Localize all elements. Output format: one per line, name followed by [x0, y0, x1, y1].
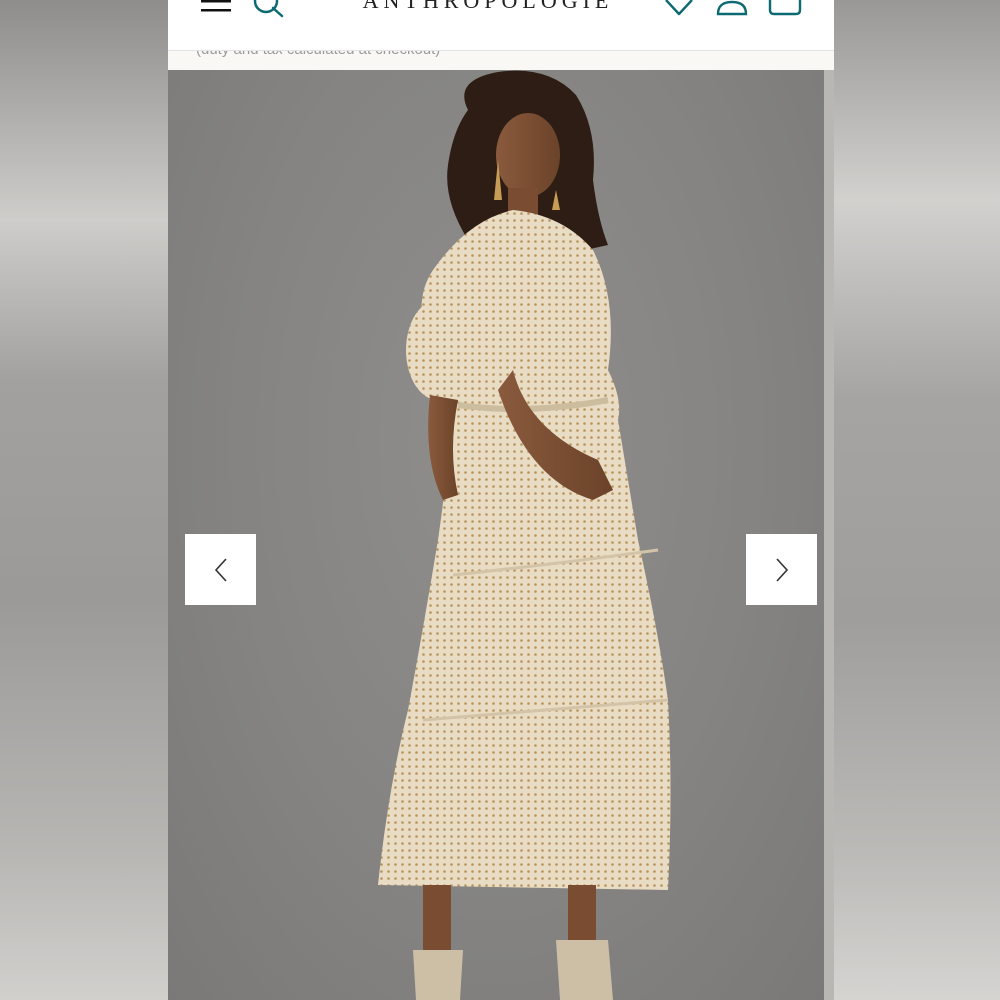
- product-image[interactable]: [168, 70, 824, 1000]
- background-blur-right: [834, 0, 1000, 1000]
- chevron-left-icon: [214, 557, 228, 583]
- product-photo-illustration: [378, 70, 671, 1000]
- next-image-peek: [824, 70, 834, 1000]
- hamburger-menu-icon[interactable]: [201, 0, 231, 14]
- chevron-right-icon: [775, 557, 789, 583]
- site-header: ANTHROPOLOGIE: [168, 0, 834, 51]
- carousel-next-button[interactable]: [746, 534, 817, 605]
- duty-tax-note: (duty and tax calculated at checkout): [196, 50, 440, 58]
- shopping-bag-icon[interactable]: [768, 0, 802, 16]
- search-icon[interactable]: [252, 0, 286, 18]
- duty-tax-note-bar: (duty and tax calculated at checkout): [168, 50, 834, 70]
- user-icon[interactable]: [716, 0, 748, 16]
- heart-icon[interactable]: [664, 0, 694, 16]
- brand-logo[interactable]: ANTHROPOLOGIE: [348, 0, 628, 14]
- background-blur-left: [0, 0, 168, 1000]
- carousel-prev-button[interactable]: [185, 534, 256, 605]
- mobile-screen: ANTHROPOLOGIE (duty and tax calculated a…: [168, 0, 834, 1000]
